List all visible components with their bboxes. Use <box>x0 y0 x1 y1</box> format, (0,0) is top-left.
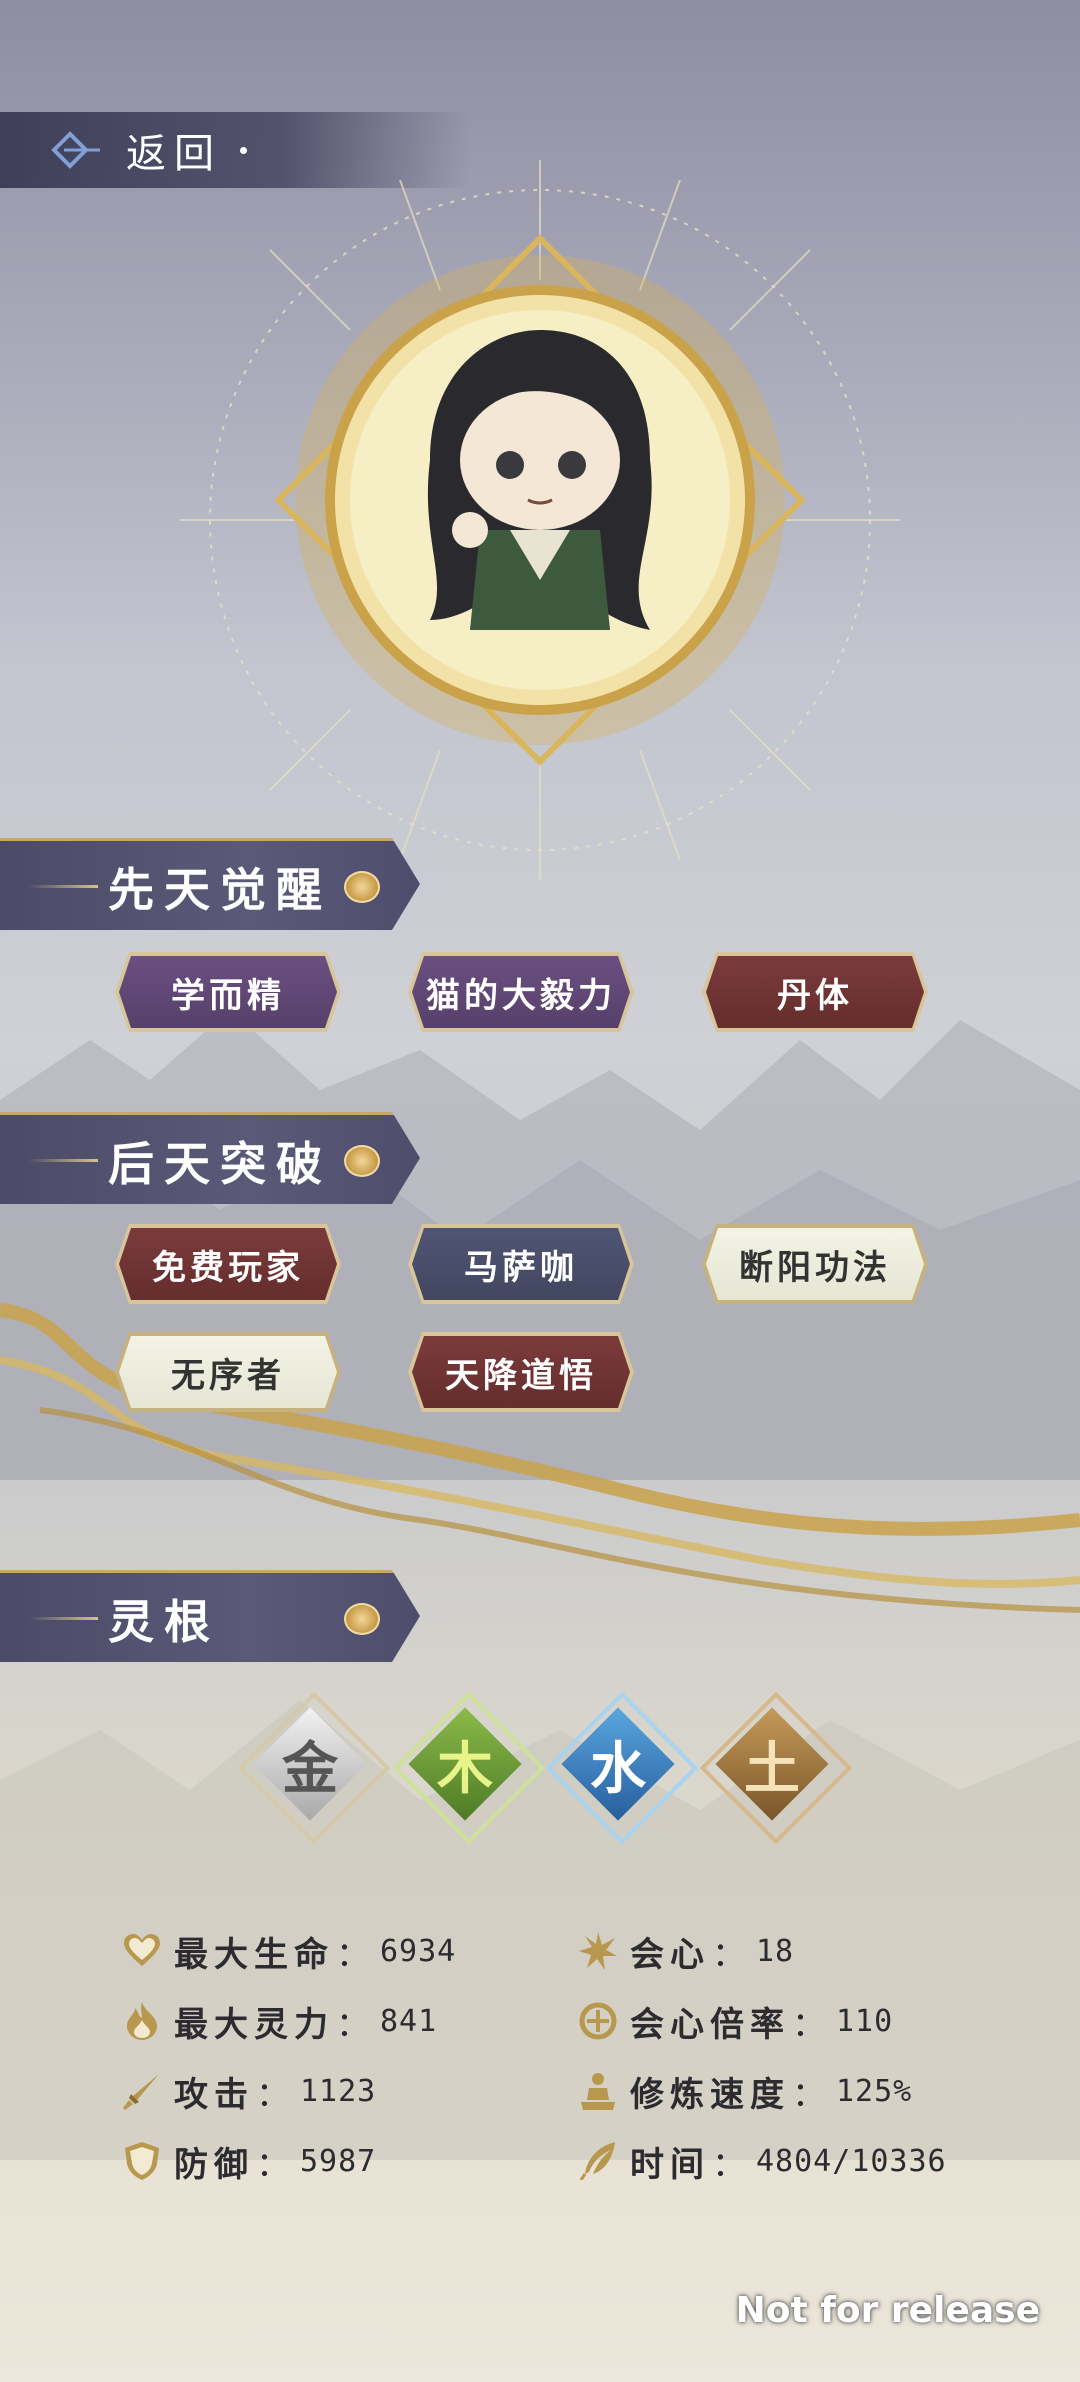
innate-tag[interactable]: 丹体 <box>702 952 928 1032</box>
heart-icon <box>122 1931 162 1971</box>
stat-max-mana: 最大灵力： 841 <box>122 1996 437 2046</box>
sword-icon <box>122 2071 162 2111</box>
acquired-tag[interactable]: 马萨咖 <box>408 1224 634 1304</box>
meditation-icon <box>578 2071 618 2111</box>
element-metal-icon[interactable]: 金 <box>237 1691 391 1845</box>
element-earth-icon[interactable]: 土 <box>699 1691 853 1845</box>
feather-icon <box>578 2141 618 2181</box>
element-wood-icon[interactable]: 木 <box>392 1691 546 1845</box>
section-header-spirit-root: 灵根 <box>0 1570 420 1662</box>
watermark-label: Not for release <box>735 2290 1040 2331</box>
stat-defense: 防御： 5987 <box>122 2136 376 2186</box>
back-dot <box>240 146 247 154</box>
gem-icon <box>344 871 380 903</box>
innate-tag[interactable]: 猫的大毅力 <box>408 952 634 1032</box>
flame-icon <box>122 2001 162 2041</box>
section-header-acquired: 后天突破 <box>0 1112 420 1204</box>
stat-attack: 攻击： 1123 <box>122 2066 376 2116</box>
innate-tag[interactable]: 学而精 <box>115 952 341 1032</box>
stat-cultivation-speed: 修炼速度： 125% <box>578 2066 912 2116</box>
target-icon <box>578 2001 618 2041</box>
section-title: 灵根 <box>108 1595 220 1649</box>
section-title: 后天突破 <box>108 1137 332 1191</box>
acquired-tag[interactable]: 无序者 <box>115 1332 341 1412</box>
gem-icon <box>344 1145 380 1177</box>
stat-time: 时间： 4804/10336 <box>578 2136 947 2186</box>
section-title: 先天觉醒 <box>108 863 332 917</box>
acquired-tag[interactable]: 断阳功法 <box>702 1224 928 1304</box>
stat-crit: 会心： 18 <box>578 1926 794 1976</box>
avatar-frame <box>180 160 900 880</box>
element-water-icon[interactable]: 水 <box>545 1691 699 1845</box>
section-header-innate: 先天觉醒 <box>0 838 420 930</box>
back-arrow-icon <box>50 130 102 170</box>
stat-max-hp: 最大生命： 6934 <box>122 1926 456 1976</box>
acquired-tag[interactable]: 免费玩家 <box>115 1224 341 1304</box>
crit-burst-icon <box>578 1931 618 1971</box>
acquired-tag[interactable]: 天降道悟 <box>408 1332 634 1412</box>
avatar-rays <box>180 160 900 880</box>
gem-icon <box>344 1603 380 1635</box>
shield-icon <box>122 2141 162 2181</box>
stat-crit-multiplier: 会心倍率： 110 <box>578 1996 893 2046</box>
